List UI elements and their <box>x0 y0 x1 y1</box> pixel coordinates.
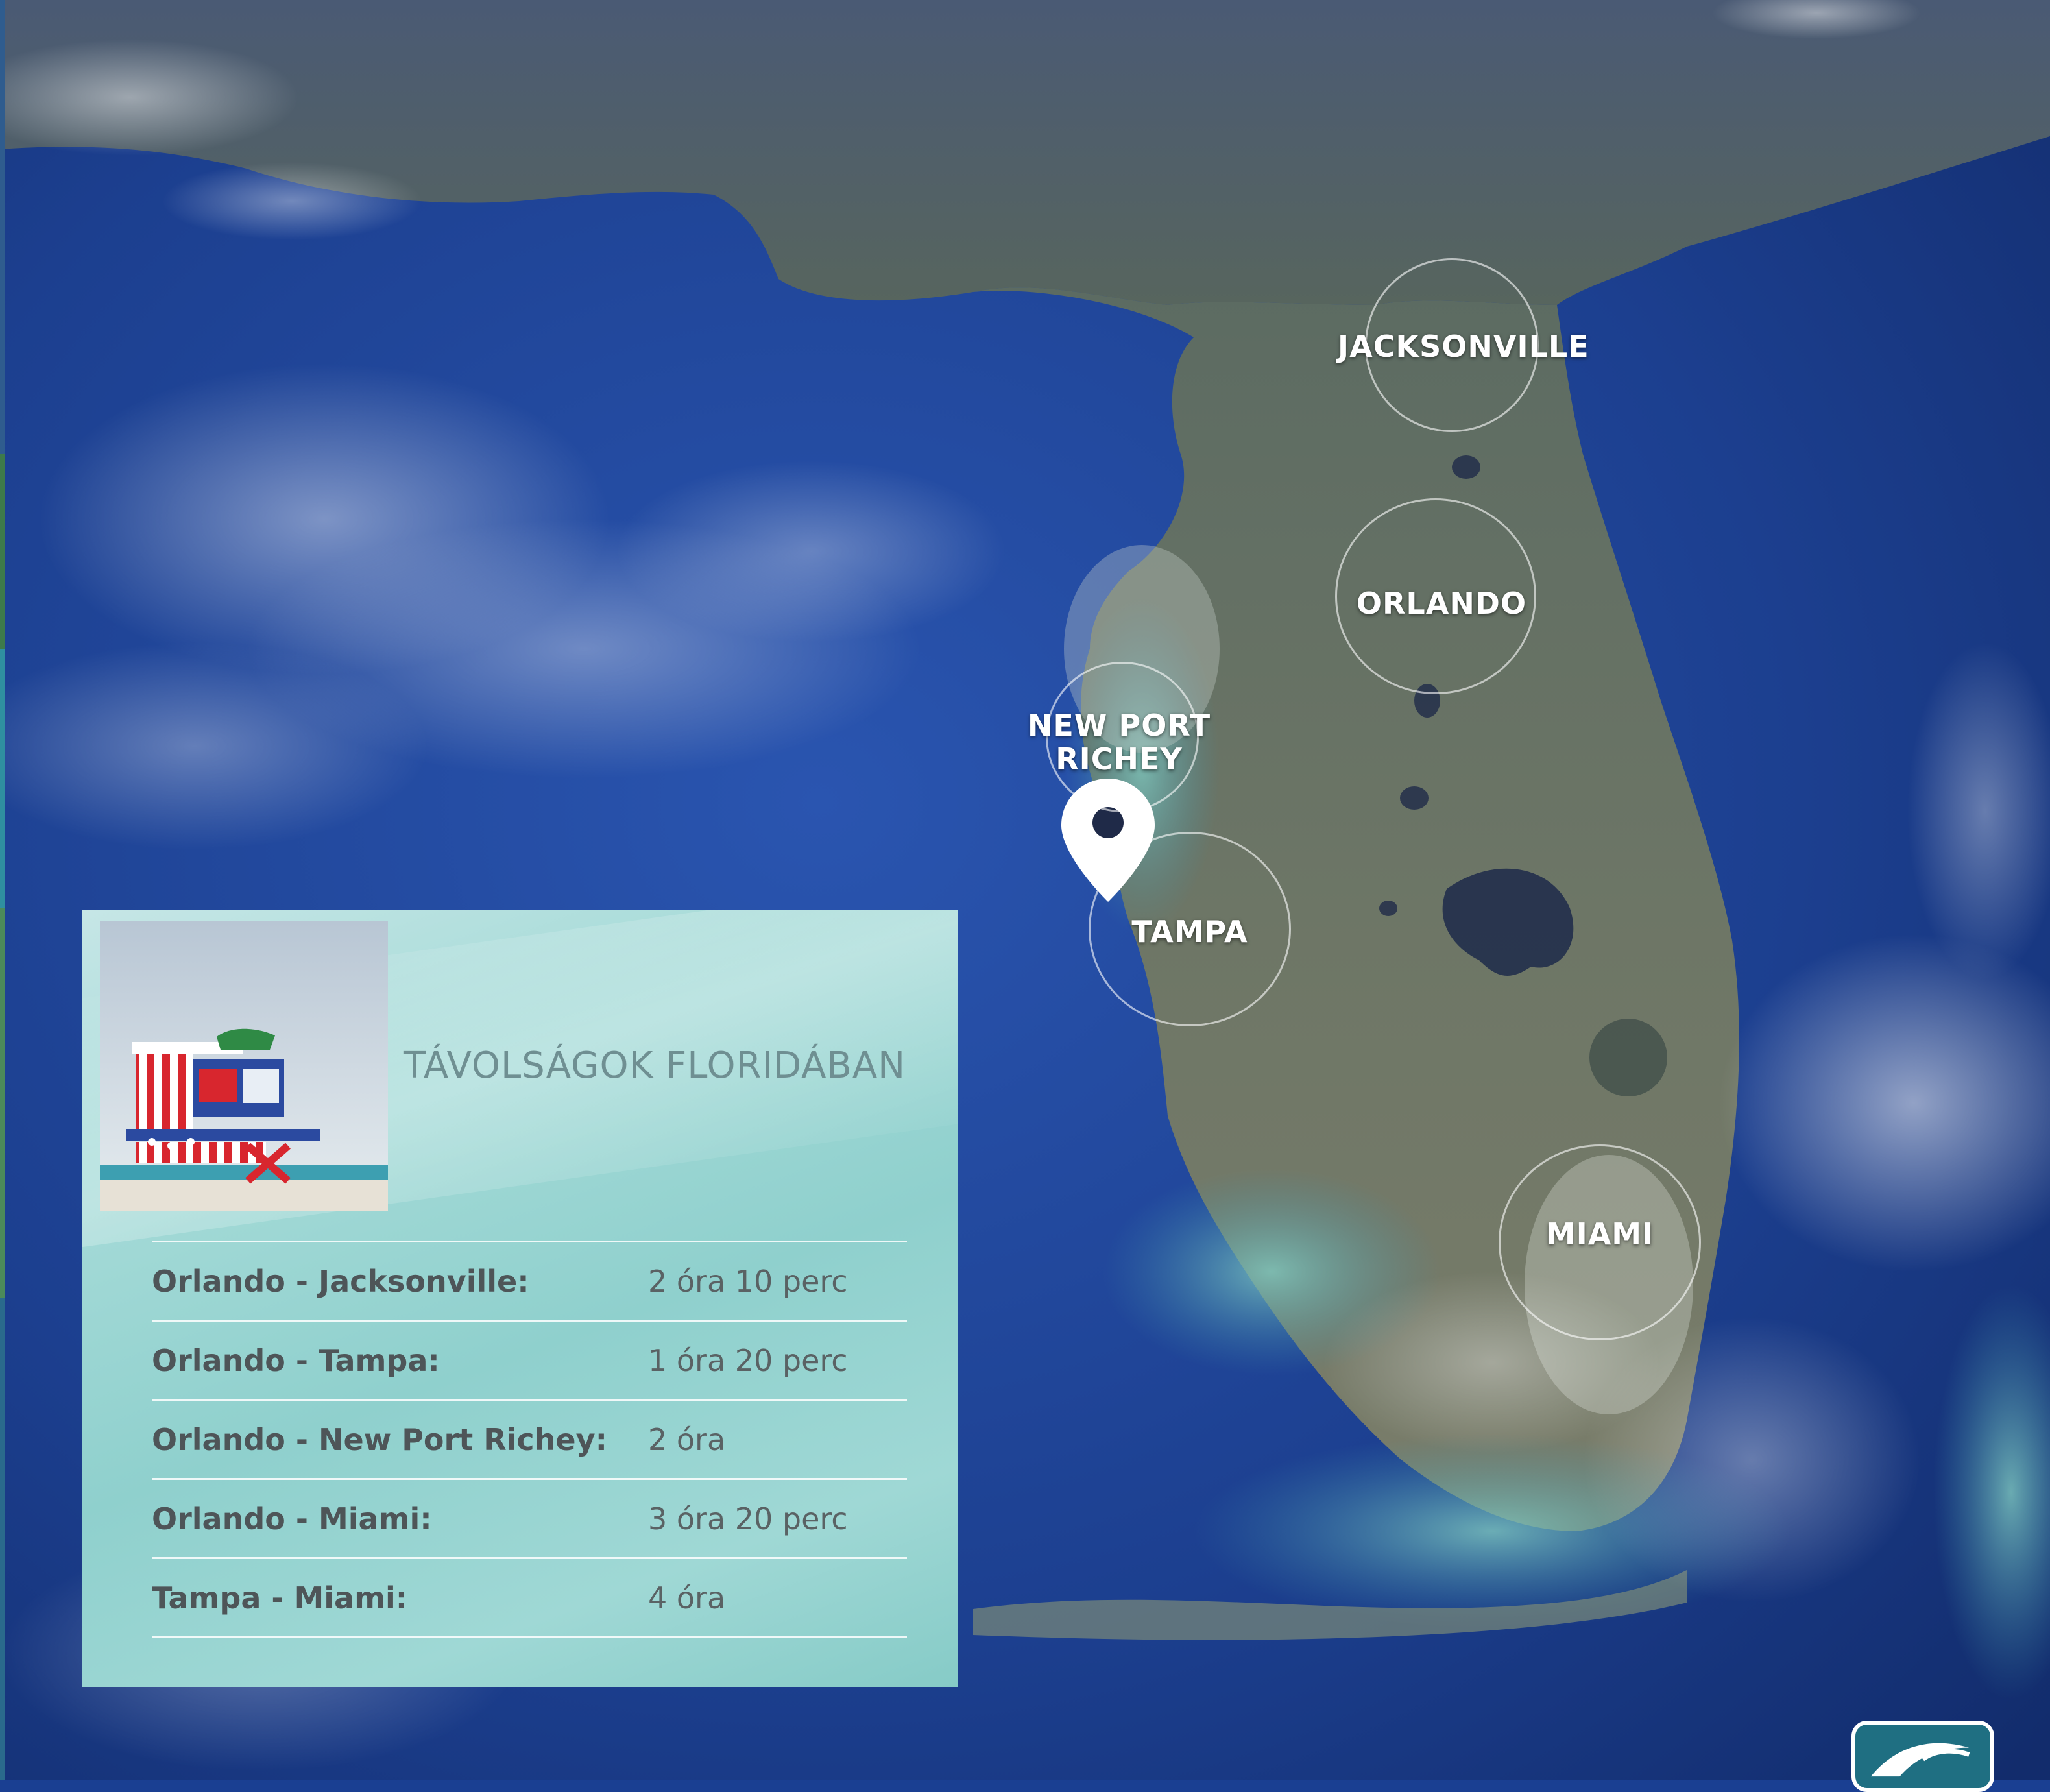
city-label-orlando[interactable]: ORLANDO <box>1338 587 1545 620</box>
route-label: Orlando - Jacksonville: <box>152 1263 529 1299</box>
table-row: Tampa - Miami: 4 óra <box>152 1559 907 1638</box>
city-label-miami[interactable]: MIAMI <box>1522 1217 1678 1251</box>
travel-time: 2 óra <box>648 1422 726 1457</box>
route-label: Tampa - Miami: <box>152 1580 408 1616</box>
travel-time: 2 óra 10 perc <box>648 1263 848 1299</box>
panel-title: TÁVOLSÁGOK FLORIDÁBAN <box>404 1045 906 1087</box>
travel-time: 4 óra <box>648 1580 726 1616</box>
route-label: Orlando - New Port Richey: <box>152 1422 607 1457</box>
travel-time: 3 óra 20 perc <box>648 1501 848 1536</box>
city-label-new-port-richey[interactable]: NEW PORT RICHEY <box>1025 708 1213 776</box>
map-view: JACKSONVILLE ORLANDO NEW PORT RICHEY TAM… <box>0 0 2050 1792</box>
distance-table: Orlando - Jacksonville: 2 óra 10 perc Or… <box>152 1241 907 1638</box>
table-row: Orlando - Miami: 3 óra 20 perc <box>152 1480 907 1559</box>
route-label: Orlando - Tampa: <box>152 1342 440 1378</box>
city-label-jacksonville[interactable]: JACKSONVILLE <box>1338 330 1589 363</box>
travel-time: 1 óra 20 perc <box>648 1342 848 1378</box>
brand-logo-icon[interactable] <box>1851 1721 1994 1792</box>
table-row: Orlando - New Port Richey: 2 óra <box>152 1401 907 1480</box>
city-label-tampa[interactable]: TAMPA <box>1112 915 1268 949</box>
route-label: Orlando - Miami: <box>152 1501 432 1536</box>
lifeguard-tower-photo <box>100 921 388 1211</box>
table-row: Orlando - Tampa: 1 óra 20 perc <box>152 1322 907 1401</box>
table-row: Orlando - Jacksonville: 2 óra 10 perc <box>152 1242 907 1322</box>
distances-panel: TÁVOLSÁGOK FLORIDÁBAN Orlando - Jacksonv… <box>82 910 958 1687</box>
left-edge-strip <box>0 0 5 1780</box>
